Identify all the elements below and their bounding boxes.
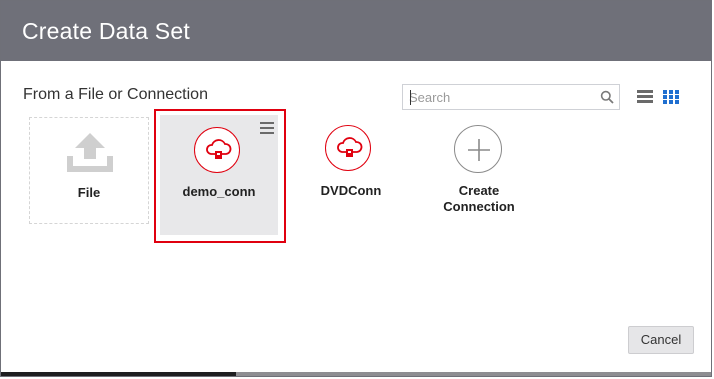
tile-label: DVDConn [320,183,382,198]
tile-create-connection[interactable]: Create Connection [419,117,539,224]
plus-icon [468,139,490,161]
progress-strip-fill [1,372,236,376]
connection-badge [325,125,371,171]
grid-view-icon[interactable] [663,90,679,104]
dialog-titlebar: Create Data Set [1,1,711,61]
tile-dvdconn[interactable]: DVDConn [291,117,411,224]
dialog-title: Create Data Set [22,18,190,44]
tile-file[interactable]: File [29,117,149,224]
progress-strip [1,372,711,376]
search-input[interactable] [409,88,589,106]
search-icon[interactable] [600,90,614,104]
tile-label-line2: Connection [443,199,515,214]
tile-label: File [77,185,101,200]
list-view-icon[interactable] [637,90,653,103]
selection-outline [154,109,286,243]
create-badge [454,125,502,173]
text-caret [410,90,411,105]
cloud-connection-icon [337,137,363,157]
tile-label-line1: Create [458,183,500,198]
create-data-set-dialog: Create Data Set From a File or Connectio… [0,0,712,377]
search-box[interactable] [402,84,620,110]
section-label: From a File or Connection [23,86,208,103]
upload-icon [67,133,113,172]
cancel-button[interactable]: Cancel [628,326,694,354]
